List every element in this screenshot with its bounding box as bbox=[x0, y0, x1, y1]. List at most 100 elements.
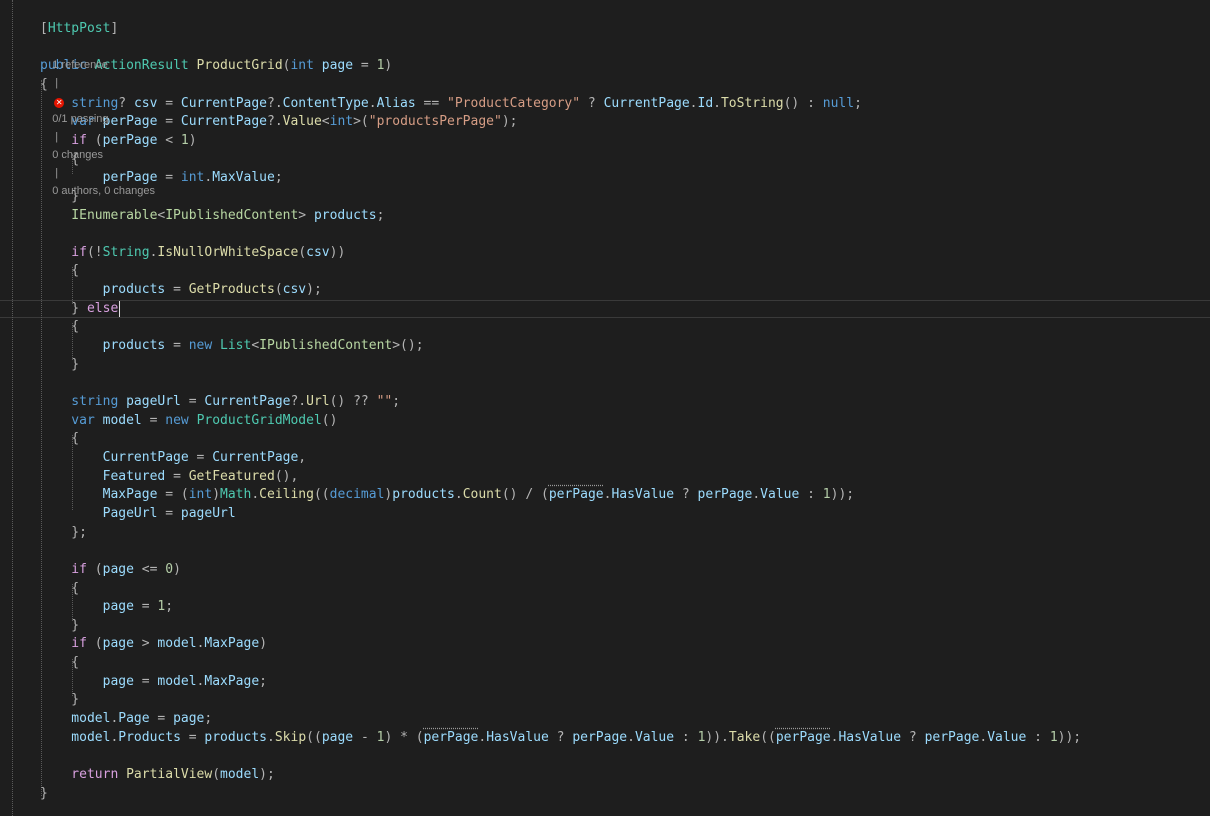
code-token: ; bbox=[854, 96, 862, 111]
code-line[interactable]: }; bbox=[40, 524, 87, 542]
code-line[interactable]: { bbox=[40, 580, 79, 598]
text-caret bbox=[119, 301, 120, 317]
codelens-separator: | bbox=[52, 131, 62, 143]
code-token: { bbox=[40, 581, 80, 596]
code-token: = bbox=[141, 674, 158, 689]
code-line[interactable]: } bbox=[40, 785, 48, 803]
code-line[interactable]: Featured = GetFeatured(), bbox=[40, 468, 299, 486]
code-token: CurrentPage bbox=[603, 96, 690, 111]
code-line[interactable]: } else bbox=[40, 300, 118, 318]
code-line[interactable]: page = 1; bbox=[40, 598, 173, 616]
code-line[interactable]: PageUrl = pageUrl bbox=[40, 505, 236, 523]
code-line[interactable]: { bbox=[40, 318, 79, 336]
code-line[interactable]: products = GetProducts(csv); bbox=[40, 281, 322, 299]
code-token: . bbox=[689, 96, 698, 111]
code-line[interactable]: string pageUrl = CurrentPage?.Url() ?? "… bbox=[40, 393, 400, 411]
code-token: model bbox=[40, 730, 111, 745]
code-token: ; bbox=[204, 711, 213, 726]
code-token: CurrentPage bbox=[212, 450, 299, 465]
code-token: , bbox=[298, 450, 307, 465]
code-token: = bbox=[165, 170, 181, 185]
code-line[interactable]: if (page <= 0) bbox=[40, 561, 181, 579]
code-token: perPage bbox=[924, 730, 980, 745]
code-token: . bbox=[251, 487, 260, 502]
code-line[interactable]: model.Products = products.Skip((page - 1… bbox=[40, 729, 1081, 747]
code-token: = bbox=[173, 282, 189, 297]
code-line[interactable]: var model = new ProductGridModel() bbox=[40, 412, 337, 430]
code-token: perPage bbox=[423, 730, 479, 745]
code-token: } bbox=[40, 301, 87, 316]
code-line[interactable]: { bbox=[40, 430, 79, 448]
code-line[interactable]: [HttpPost] bbox=[40, 20, 118, 38]
code-line[interactable]: if(!String.IsNullOrWhiteSpace(csv)) bbox=[40, 244, 345, 262]
code-token: = bbox=[188, 394, 205, 409]
code-token: page bbox=[321, 730, 361, 745]
code-token: . bbox=[454, 487, 463, 502]
code-token: IEnumerable bbox=[40, 208, 158, 223]
code-line[interactable]: } bbox=[40, 691, 79, 709]
code-line[interactable]: CurrentPage = CurrentPage, bbox=[40, 449, 307, 467]
code-line[interactable]: if (page > model.MaxPage) bbox=[40, 635, 267, 653]
codelens-separator: | bbox=[52, 167, 62, 179]
code-token: CurrentPage bbox=[204, 394, 291, 409]
code-token: else bbox=[86, 301, 119, 316]
code-token: ) * ( bbox=[384, 730, 424, 745]
code-token: page bbox=[40, 674, 142, 689]
code-line[interactable]: model.Page = page; bbox=[40, 710, 212, 728]
code-token: model bbox=[102, 413, 150, 428]
code-line[interactable]: IEnumerable<IPublishedContent> products; bbox=[40, 207, 384, 225]
code-token: )). bbox=[705, 730, 729, 745]
code-editor[interactable]: [HttpPost] public ActionResult ProductGri… bbox=[0, 0, 1210, 816]
code-token: } bbox=[40, 786, 48, 801]
code-line[interactable]: string? csv = CurrentPage?.ContentType.A… bbox=[40, 95, 862, 113]
codelens-authors[interactable]: 0 authors, 0 changes bbox=[52, 185, 155, 197]
codelens-references[interactable]: 1 reference bbox=[52, 59, 108, 71]
code-token: { bbox=[40, 319, 80, 334]
codelens-changes[interactable]: 0 changes bbox=[52, 149, 103, 161]
code-token: "" bbox=[376, 394, 393, 409]
code-token: = bbox=[149, 413, 166, 428]
code-token: Alias bbox=[376, 96, 424, 111]
code-token: Page bbox=[118, 711, 158, 726]
code-token: perPage bbox=[697, 487, 753, 502]
code-token: model bbox=[220, 767, 260, 782]
code-token: ) bbox=[188, 133, 197, 148]
code-token: ( bbox=[212, 767, 221, 782]
code-token: if bbox=[40, 562, 95, 577]
code-token: Count bbox=[462, 487, 502, 502]
code-line[interactable]: } bbox=[40, 617, 79, 635]
code-token: (( bbox=[313, 487, 330, 502]
code-token: () bbox=[321, 413, 338, 428]
code-token: = bbox=[157, 711, 174, 726]
code-line[interactable]: { bbox=[40, 654, 79, 672]
code-line[interactable]: var perPage = CurrentPage?.Value<int>("p… bbox=[40, 113, 517, 131]
code-token: MaxValue bbox=[212, 170, 275, 185]
code-line[interactable]: page = model.MaxPage; bbox=[40, 673, 267, 691]
code-token: ; bbox=[392, 394, 401, 409]
code-token: >( bbox=[353, 114, 369, 129]
codelens-tests[interactable]: 0/1 passing bbox=[52, 113, 108, 125]
code-token: int bbox=[180, 170, 205, 185]
code-token: page bbox=[102, 562, 142, 577]
code-token: ? bbox=[556, 730, 573, 745]
code-token: ?. bbox=[267, 114, 283, 129]
code-token: products bbox=[40, 338, 174, 353]
code-token: . bbox=[267, 730, 275, 745]
code-line[interactable]: { bbox=[40, 262, 79, 280]
code-line[interactable]: products = new List<IPublishedContent>()… bbox=[40, 337, 424, 355]
code-line[interactable]: return PartialView(model); bbox=[40, 766, 275, 784]
code-token: 1 bbox=[822, 487, 831, 502]
code-token: ? bbox=[681, 487, 698, 502]
code-token: "productsPerPage" bbox=[368, 114, 502, 129]
code-token: ; bbox=[165, 599, 174, 614]
code-token: : bbox=[1034, 730, 1050, 745]
code-token: )) bbox=[329, 245, 346, 260]
code-token: : bbox=[807, 487, 823, 502]
code-token: == bbox=[423, 96, 448, 111]
code-token: 1 bbox=[1049, 730, 1058, 745]
code-token: Products bbox=[118, 730, 189, 745]
code-token: new bbox=[165, 413, 197, 428]
code-line[interactable]: } bbox=[40, 356, 79, 374]
code-token: ? bbox=[908, 730, 925, 745]
code-line[interactable]: MaxPage = (int)Math.Ceiling((decimal)pro… bbox=[40, 486, 855, 504]
